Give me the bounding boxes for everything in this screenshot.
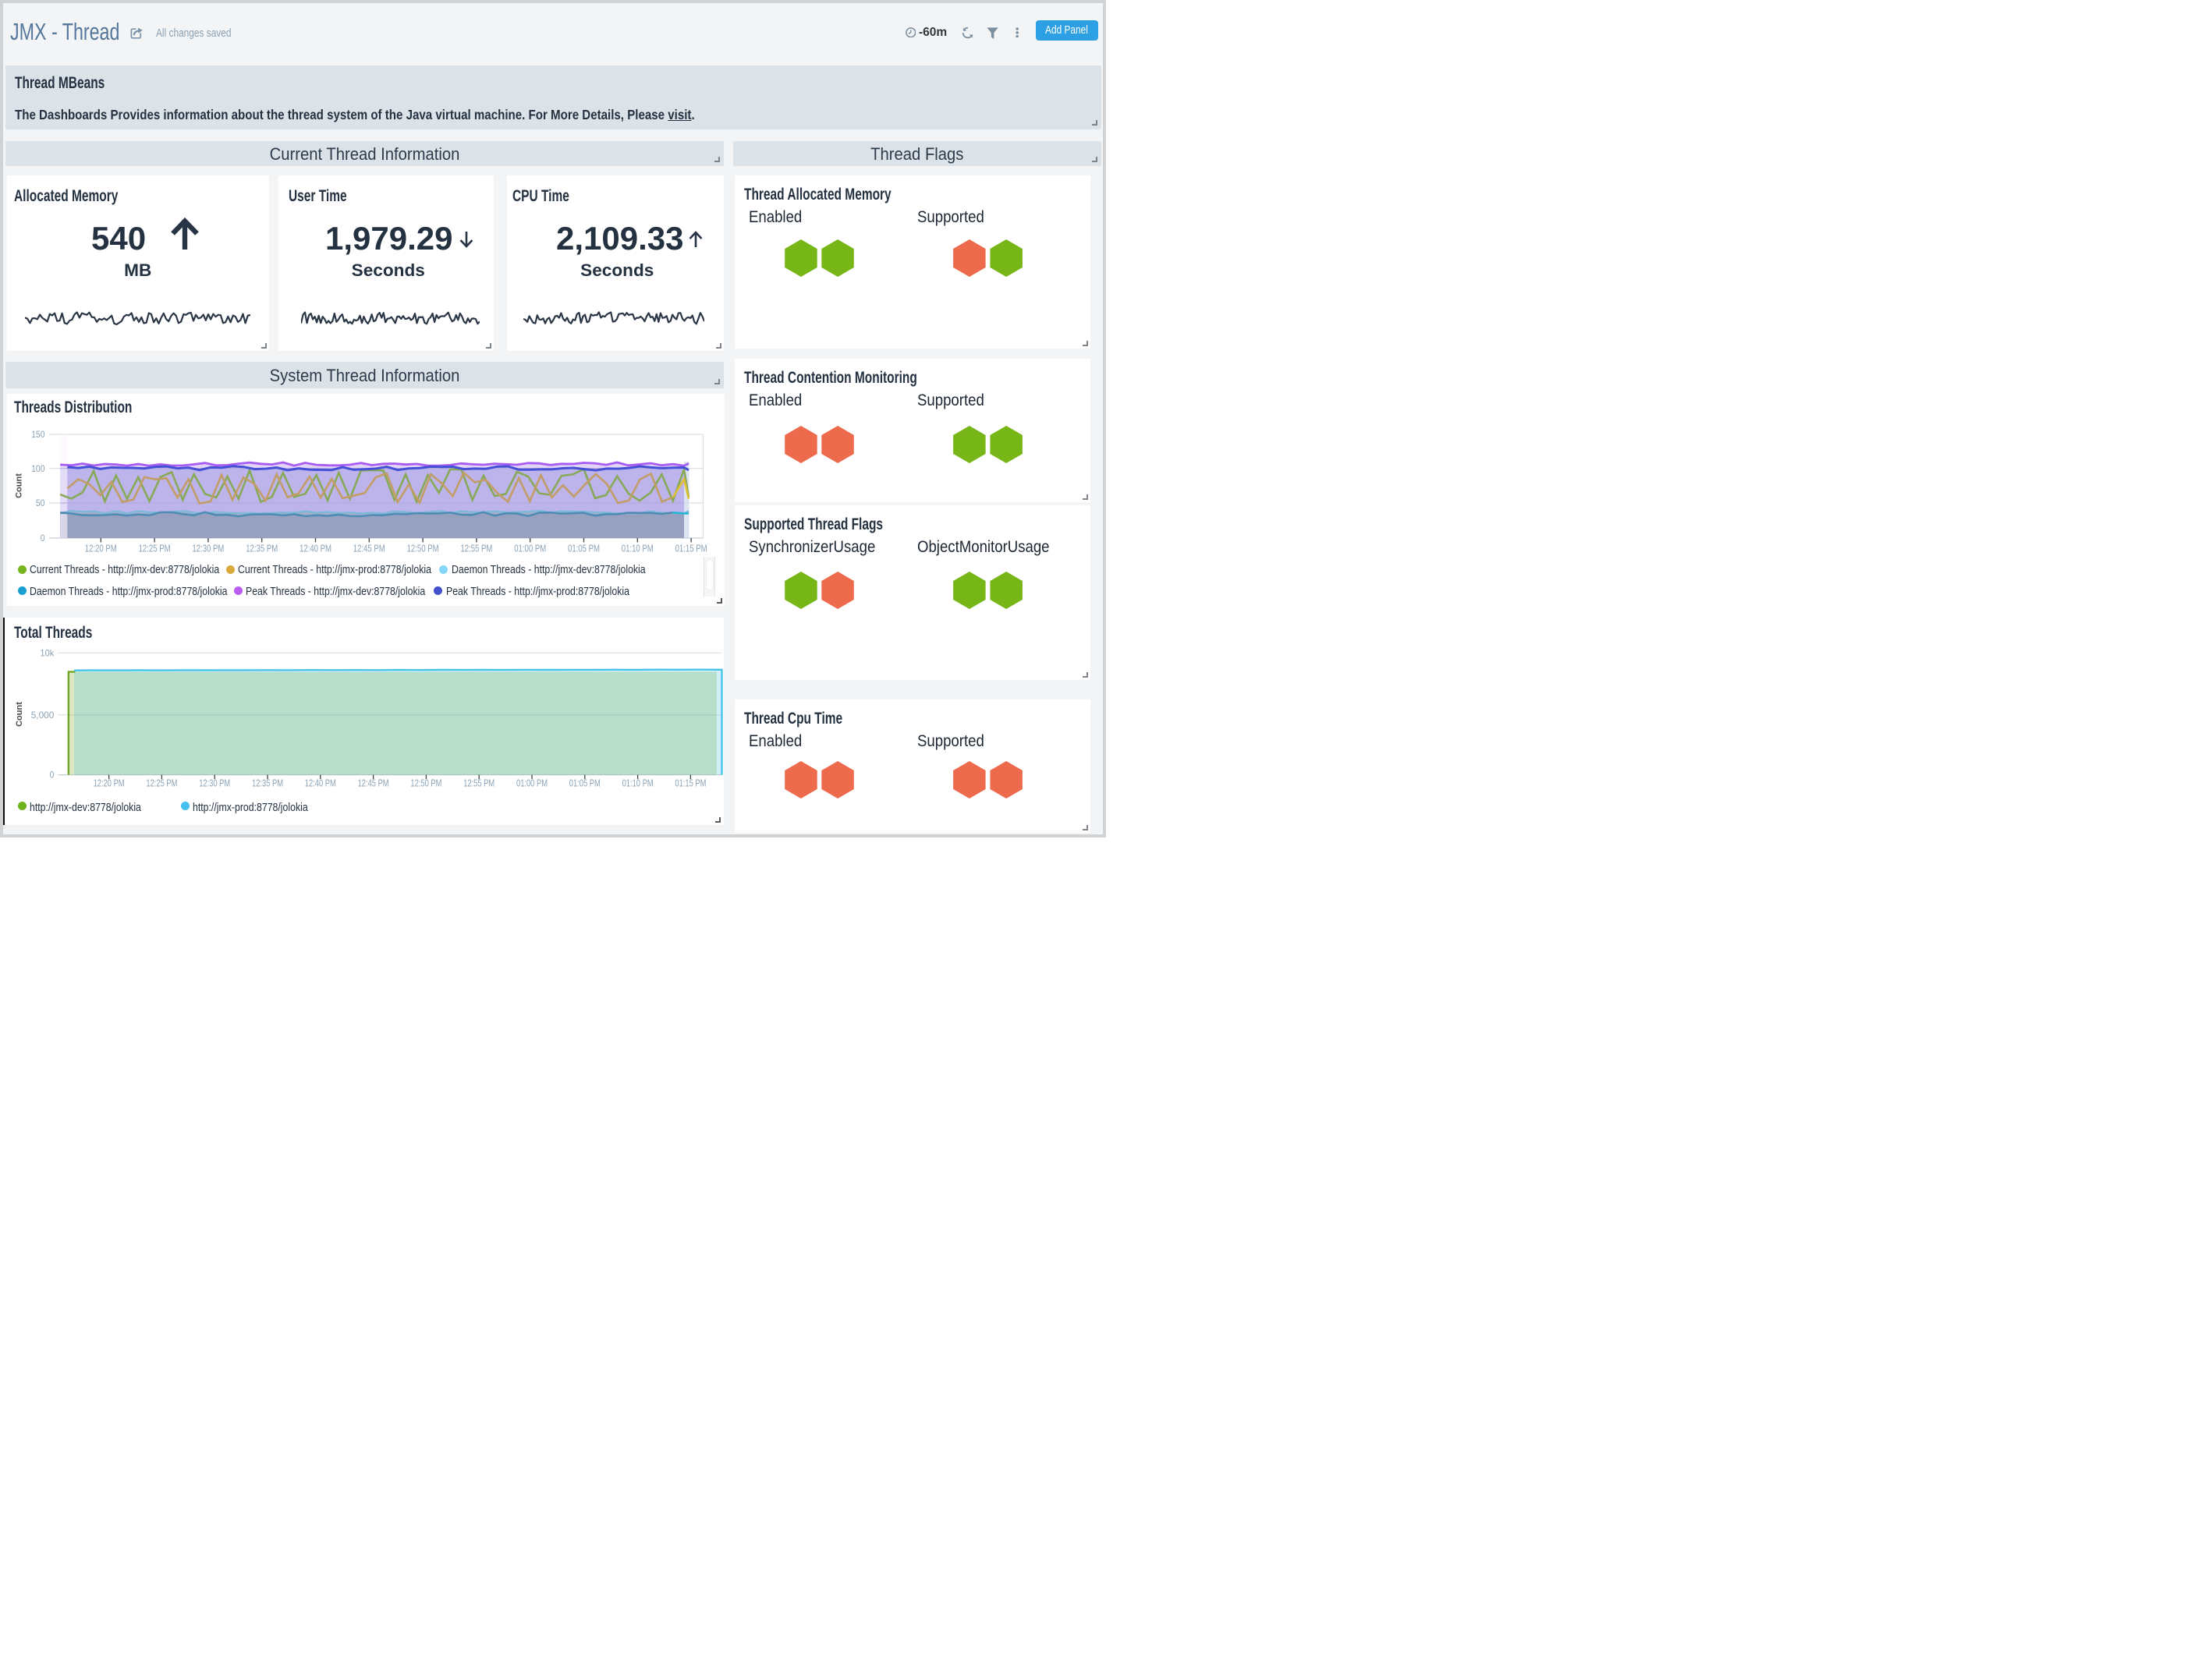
svg-text:12:55 PM: 12:55 PM bbox=[463, 777, 495, 788]
svg-text:01:10 PM: 01:10 PM bbox=[622, 777, 654, 788]
svg-text:12:35 PM: 12:35 PM bbox=[252, 777, 283, 788]
svg-text:01:15 PM: 01:15 PM bbox=[675, 777, 706, 788]
svg-text:01:00 PM: 01:00 PM bbox=[516, 777, 548, 788]
svg-text:12:20 PM: 12:20 PM bbox=[94, 777, 125, 788]
svg-text:12:45 PM: 12:45 PM bbox=[358, 777, 389, 788]
svg-text:12:50 PM: 12:50 PM bbox=[410, 777, 441, 788]
svg-text:12:40 PM: 12:40 PM bbox=[305, 777, 336, 788]
svg-text:5,000: 5,000 bbox=[31, 710, 55, 721]
svg-text:12:25 PM: 12:25 PM bbox=[146, 777, 177, 788]
svg-text:0: 0 bbox=[50, 770, 55, 781]
svg-text:Count: Count bbox=[15, 702, 24, 727]
svg-text:12:30 PM: 12:30 PM bbox=[199, 777, 230, 788]
svg-text:01:05 PM: 01:05 PM bbox=[569, 777, 601, 788]
svg-text:10k: 10k bbox=[40, 648, 55, 659]
